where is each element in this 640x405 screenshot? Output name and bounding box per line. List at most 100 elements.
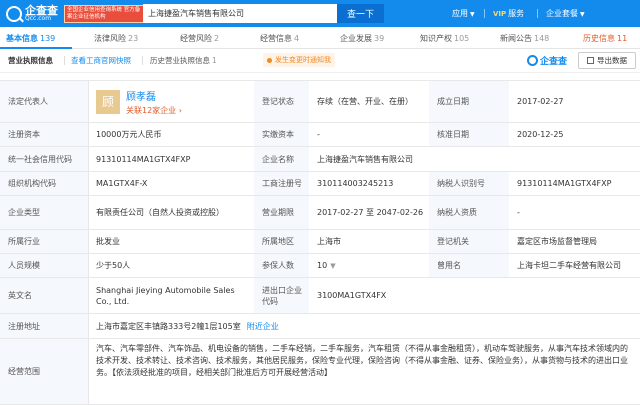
table-row: 法定代表人 顾 顾孝磊 关联12家企业 › 登记状态 存续（在营、开业、在册） … (0, 80, 640, 123)
table-row: 人员规模 少于50人 参保人数 10 ▼ 曾用名 上海卡坦二手车经营有限公司 (0, 254, 640, 278)
top-header: 企查查 Qcc.com 全国企业信用查询系统 官方备案企业征信机构 查一下 应用… (0, 0, 640, 27)
term-value: 2017-02-27 至 2047-02-26 (317, 208, 424, 217)
address-cell: 上海市嘉定区丰镇路333号2幢1层105室 附近企业 (88, 314, 640, 338)
subtab-divider (142, 56, 143, 65)
label-company-type: 企业类型 (0, 196, 88, 229)
chevron-down-icon: ▼ (470, 11, 475, 18)
tab-basic-info[interactable]: 基本信息 139 (6, 33, 55, 44)
biz-reg-value: 310114003245213 (317, 179, 394, 188)
table-row: 所属行业 批发业 所属地区 上海市 登记机关 嘉定区市场监督管理局 (0, 230, 640, 254)
ie-code-value: 3100MA1GTX4FX (317, 291, 387, 300)
label-reg-status: 登记状态 (254, 81, 309, 122)
label-taxpayer-id: 纳税人识别号 (429, 172, 509, 195)
nearby-companies-link[interactable]: 附近企业 (247, 321, 279, 332)
chevron-down-icon: ▼ (580, 11, 585, 18)
label-term: 营业期限 (254, 196, 309, 229)
business-scope-value: 汽车、汽车零部件、汽车饰品、机电设备的销售，二手车经销，二手车服务，汽车租赁（不… (96, 344, 628, 377)
label-ie-code: 进出口企业代码 (254, 278, 309, 313)
search-button[interactable]: 查一下 (337, 4, 384, 23)
logo-magnifier-icon (527, 55, 538, 66)
tab-history[interactable]: 历史信息 11 (583, 33, 627, 44)
license-subbar: 营业执照信息 查看工商官网快照 历史营业执照信息 1 发生变更时通知我 企查查 导… (0, 49, 640, 73)
nav-package-menu[interactable]: 企业套餐 ▼ (546, 8, 585, 19)
table-row: 组织机构代码 MA1GTX4F-X 工商注册号 310114003245213 … (0, 172, 640, 196)
authority-value: 嘉定区市场监督管理局 (517, 237, 597, 246)
label-credit-code: 统一社会信用代码 (0, 147, 88, 171)
approval-value: 2020-12-25 (517, 130, 564, 139)
founded-value: 2017-02-27 (517, 97, 564, 106)
taxpayer-id-value: 91310114MA1GTX4FXP (517, 179, 612, 188)
grid-line (88, 80, 89, 405)
search-input[interactable] (143, 4, 337, 23)
legal-rep-name[interactable]: 顾孝磊 (126, 88, 182, 103)
label-region: 所属地区 (254, 230, 309, 253)
auth-badge[interactable]: 全国企业信用查询系统 官方备案企业征信机构 (64, 4, 148, 23)
nav-vip-label: 服务 (508, 9, 525, 18)
table-row: 英文名 Shanghai Jieying Automobile Sales Co… (0, 278, 640, 314)
label-industry: 所属行业 (0, 230, 88, 253)
tab-business-info[interactable]: 经营信息 4 (260, 33, 299, 44)
chevron-down-icon[interactable]: ▼ (330, 262, 335, 270)
subtab-official-snapshot[interactable]: 查看工商官网快照 (71, 55, 131, 66)
label-taxpayer-qual: 纳税人资质 (429, 196, 509, 229)
label-org-code: 组织机构代码 (0, 172, 88, 195)
table-row: 注册地址 上海市嘉定区丰镇路333号2幢1层105室 附近企业 (0, 314, 640, 339)
nav-package-label: 企业套餐 (546, 9, 578, 18)
nav-vip-service[interactable]: VIP 服务 (493, 8, 524, 19)
label-reg-capital: 注册资本 (0, 123, 88, 146)
table-row: 注册资本 10000万元人民币 实缴资本 - 核准日期 2020-12-25 (0, 123, 640, 147)
tab-development[interactable]: 企业发展 39 (340, 33, 384, 44)
legal-rep-cell: 顾 顾孝磊 关联12家企业 › (88, 81, 254, 122)
export-button[interactable]: 导出数据 (578, 52, 636, 69)
staff-value: 少于50人 (96, 261, 131, 270)
nav-app-label: 应用 (452, 9, 468, 18)
address-value: 上海市嘉定区丰镇路333号2幢1层105室 (96, 321, 241, 331)
company-name-value: 上海捷盈汽车销售有限公司 (317, 154, 413, 164)
nav-app-menu[interactable]: 应用 ▼ (452, 8, 475, 19)
subtab-divider (64, 56, 65, 65)
tab-legal-risk[interactable]: 法律风险 23 (94, 33, 138, 44)
label-company-name: 企业名称 (254, 147, 309, 171)
site-logo[interactable]: 企查查 Qcc.com (6, 5, 58, 22)
reg-capital-value: 10000万元人民币 (96, 130, 162, 139)
label-authority: 登记机关 (429, 230, 509, 253)
label-staff: 人员规模 (0, 254, 88, 277)
org-code-value: MA1GTX4F-X (96, 179, 148, 188)
label-approval: 核准日期 (429, 123, 509, 146)
nav-divider (484, 9, 485, 18)
label-paid-capital: 实缴资本 (254, 123, 309, 146)
vip-icon: VIP (493, 9, 507, 18)
label-biz-reg: 工商注册号 (254, 172, 309, 195)
reg-status-value: 存续（在营、开业、在册） (317, 97, 413, 106)
nav-divider (537, 9, 538, 18)
tab-ip[interactable]: 知识产权 105 (420, 33, 469, 44)
brand-watermark: 企查查 (527, 54, 567, 67)
subtab-license[interactable]: 营业执照信息 (8, 55, 53, 66)
credit-code-value: 91310114MA1GTX4FXP (96, 154, 191, 164)
export-icon (587, 57, 594, 64)
english-name-value: Shanghai Jieying Automobile Sales Co., L… (96, 285, 235, 306)
subtab-history-license[interactable]: 历史营业执照信息 1 (150, 55, 217, 66)
tab-business-risk[interactable]: 经营风险 2 (180, 33, 219, 44)
former-name-value: 上海卡坦二手车经营有限公司 (517, 261, 621, 270)
label-insured: 参保人数 (254, 254, 309, 277)
label-legal-rep: 法定代表人 (0, 81, 88, 122)
industry-value: 批发业 (96, 237, 120, 246)
label-founded: 成立日期 (429, 81, 509, 122)
region-value: 上海市 (317, 237, 341, 246)
table-row: 统一社会信用代码 91310114MA1GTX4FXP 企业名称 上海捷盈汽车销… (0, 147, 640, 172)
company-type-value: 有限责任公司（自然人投资或控股） (96, 208, 224, 217)
bell-icon (267, 57, 272, 63)
table-row: 企业类型 有限责任公司（自然人投资或控股） 营业期限 2017-02-27 至 … (0, 196, 640, 230)
avatar[interactable]: 顾 (96, 89, 120, 114)
logo-en: Qcc.com (25, 15, 52, 22)
label-business-scope: 经营范围 (0, 339, 88, 404)
change-notify-button[interactable]: 发生变更时通知我 (263, 53, 335, 67)
table-row: 经营范围 汽车、汽车零部件、汽车饰品、机电设备的销售，二手车经销，二手车服务，汽… (0, 339, 640, 405)
paid-capital-value: - (317, 130, 320, 139)
related-companies-link[interactable]: 关联12家企业 › (126, 105, 182, 116)
main-tabs: 基本信息 139 法律风险 23 经营风险 2 经营信息 4 企业发展 39 知识产权 10… (0, 27, 640, 49)
taxpayer-qual-value: - (517, 208, 520, 217)
logo-magnifier-icon (6, 5, 22, 22)
tab-news[interactable]: 新闻公告 148 (500, 33, 549, 44)
